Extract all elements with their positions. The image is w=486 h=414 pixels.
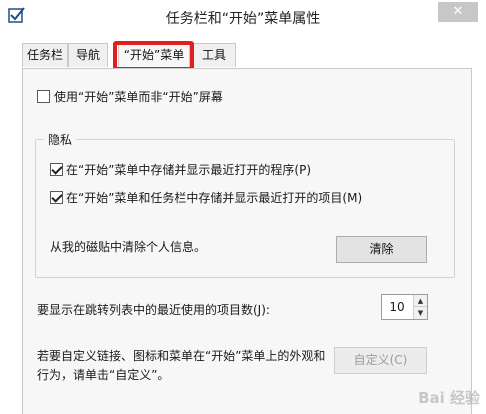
jump-list-count-stepper[interactable]: 10 ▲ ▼: [381, 294, 428, 320]
start-screen-checkbox[interactable]: [37, 90, 50, 103]
close-button[interactable]: ✕: [438, 2, 478, 22]
start-screen-label: 使用“开始”菜单而非“开始”屏幕: [54, 90, 223, 104]
jump-list-label: 要显示在跳转列表中的最近使用的项目数(J):: [37, 303, 270, 317]
store-items-label: 在“开始”菜单和任务栏中存储并显示最近打开的项目(M): [66, 191, 363, 205]
tab-strip: 任务栏 导航 “开始”菜单 工具栏: [22, 41, 472, 84]
store-programs-label: 在“开始”菜单中存储并显示最近打开的程序(P): [66, 163, 312, 177]
tab-toolbars[interactable]: 工具栏: [192, 43, 236, 84]
spin-down-icon[interactable]: ▼: [413, 307, 427, 319]
tab-taskbar[interactable]: 任务栏: [22, 43, 68, 67]
customize-text-line1: 若要自定义链接、图标和菜单在“开始”菜单上的外观和: [37, 349, 326, 363]
customize-button[interactable]: 自定义(C): [334, 347, 427, 374]
clear-button[interactable]: 清除: [336, 236, 427, 263]
title-bar: 任务栏和“开始”菜单属性 ✕: [0, 0, 486, 40]
jump-list-count-value[interactable]: 10: [382, 295, 412, 319]
tab-highlight-annotation: [113, 41, 194, 71]
tab-navigation[interactable]: 导航: [68, 43, 108, 67]
spin-up-icon[interactable]: ▲: [413, 295, 427, 307]
window-title: 任务栏和“开始”菜单属性: [165, 11, 321, 27]
privacy-group-title: 隐私: [44, 131, 77, 148]
watermark: Bai 经验: [418, 389, 480, 407]
customize-text-line2: 行为，请单击“自定义”。: [37, 368, 170, 382]
clear-info-text: 从我的磁贴中清除个人信息。: [50, 240, 207, 254]
store-programs-checkbox[interactable]: [50, 163, 63, 176]
store-items-checkbox[interactable]: [50, 191, 63, 204]
